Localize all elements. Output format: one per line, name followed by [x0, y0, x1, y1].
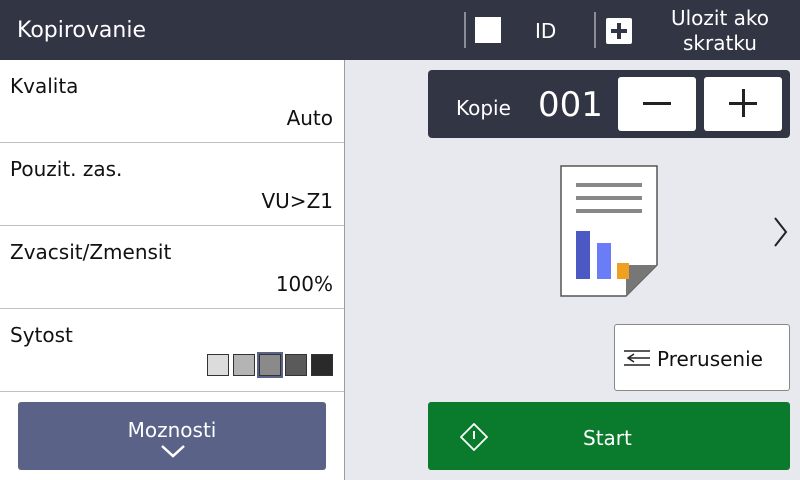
- density-indicator: [207, 352, 333, 378]
- panel-divider: [344, 60, 345, 480]
- interrupt-icon: [624, 350, 650, 366]
- id-copy-button[interactable]: ID: [468, 8, 592, 54]
- options-label: Moznosti: [127, 418, 217, 442]
- decrease-copies-button[interactable]: [618, 77, 696, 131]
- copies-value[interactable]: 001: [538, 85, 603, 125]
- document-preview-icon: [560, 165, 658, 297]
- page-title: Kopirovanie: [17, 18, 146, 43]
- plus-box-icon: [606, 18, 632, 44]
- setting-quality[interactable]: Kvalita Auto: [0, 60, 344, 143]
- setting-value: Auto: [286, 106, 333, 130]
- setting-label: Pouzit. zas.: [10, 157, 123, 181]
- header-bar: Kopirovanie ID Ulozit ako skratku: [0, 0, 800, 60]
- setting-value: 100%: [275, 272, 333, 296]
- density-level: [207, 354, 229, 376]
- copies-stepper: Kopie 001: [428, 70, 790, 138]
- shortcut-label: Ulozit ako skratku: [670, 6, 770, 55]
- options-button[interactable]: Moznosti: [18, 402, 326, 470]
- start-label: Start: [583, 426, 632, 450]
- start-button[interactable]: Start: [428, 402, 790, 470]
- start-diamond-icon: [460, 423, 488, 451]
- setting-enlarge-reduce[interactable]: Zvacsit/Zmensit 100%: [0, 226, 344, 309]
- density-level: [233, 354, 255, 376]
- copies-label: Kopie: [456, 96, 511, 120]
- interrupt-label: Prerusenie: [657, 347, 763, 371]
- density-level: [257, 352, 283, 378]
- setting-value: VU>Z1: [261, 189, 333, 213]
- header-separator: [464, 12, 466, 48]
- increase-copies-button[interactable]: [704, 77, 782, 131]
- chevron-right-icon[interactable]: [770, 215, 790, 249]
- square-icon: [475, 17, 501, 43]
- density-level: [285, 354, 307, 376]
- id-label: ID: [535, 19, 557, 43]
- settings-panel: Kvalita Auto Pouzit. zas. VU>Z1 Zvacsit/…: [0, 60, 344, 480]
- setting-density[interactable]: Sytost: [0, 309, 344, 392]
- setting-tray[interactable]: Pouzit. zas. VU>Z1: [0, 143, 344, 226]
- setting-label: Kvalita: [10, 74, 79, 98]
- interrupt-button[interactable]: Prerusenie: [614, 324, 790, 391]
- save-shortcut-button[interactable]: Ulozit ako skratku: [598, 4, 800, 58]
- setting-label: Zvacsit/Zmensit: [10, 240, 172, 264]
- header-separator: [594, 12, 596, 48]
- setting-label: Sytost: [10, 323, 73, 347]
- chevron-down-icon: [161, 445, 185, 458]
- density-level: [311, 354, 333, 376]
